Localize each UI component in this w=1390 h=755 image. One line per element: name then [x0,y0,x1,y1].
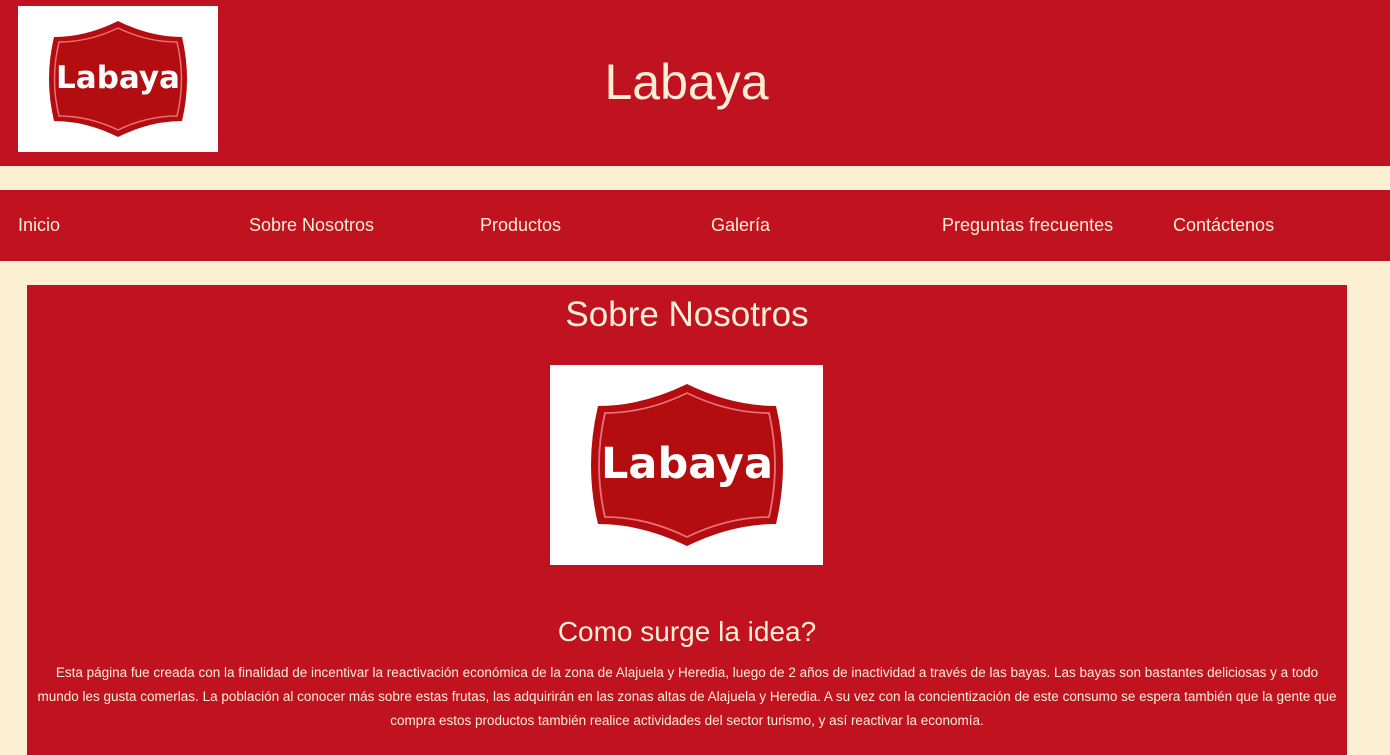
site-title: Labaya [604,54,769,110]
section-subtitle: Como surge la idea? [557,616,817,647]
labaya-logo-badge-large: Labaya [590,384,783,546]
site-header: Labaya Labaya [0,0,1390,166]
main-nav: Inicio Sobre Nosotros Productos Galería … [0,190,1390,261]
nav-item-productos[interactable]: Productos [480,214,561,236]
logo-text-large: Labaya [601,439,773,489]
nav-item-preguntas-frecuentes[interactable]: Preguntas frecuentes [942,214,1113,236]
nav-item-contactenos[interactable]: Contáctenos [1173,214,1274,236]
about-logo: Labaya [550,365,823,565]
nav-item-inicio[interactable]: Inicio [18,214,60,236]
nav-item-galeria[interactable]: Galería [711,214,770,236]
nav-item-sobre-nosotros[interactable]: Sobre Nosotros [249,214,374,236]
section-title: Sobre Nosotros [565,295,809,334]
about-paragraph: Esta página fue creada con la finalidad … [37,665,1337,728]
